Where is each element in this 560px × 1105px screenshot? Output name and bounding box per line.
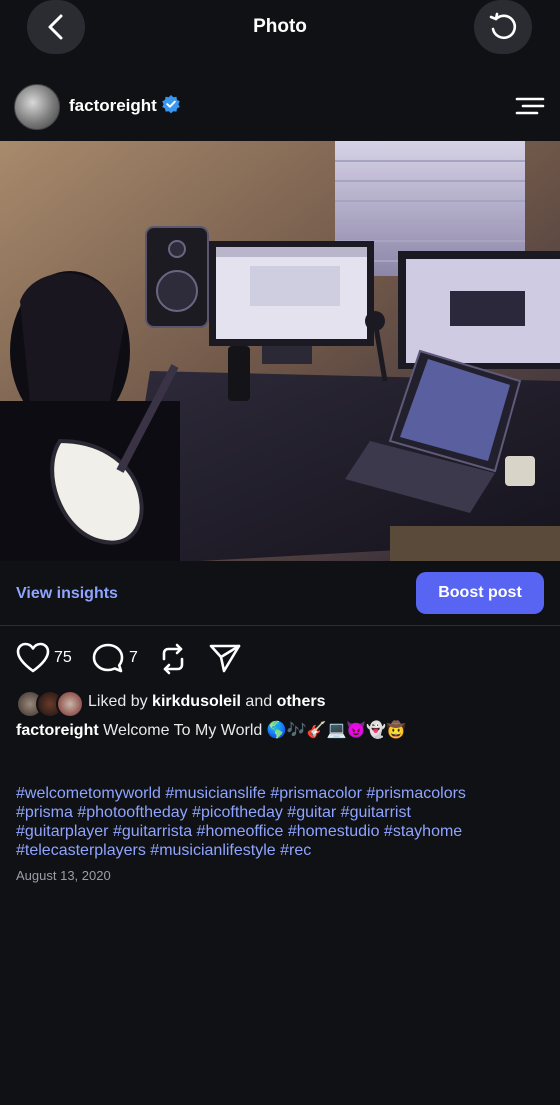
like-count: 75 <box>54 649 72 666</box>
liker-avatar <box>56 690 84 718</box>
view-insights-link[interactable]: View insights <box>16 585 118 603</box>
boost-post-button[interactable]: Boost post <box>416 572 544 614</box>
liked-by-text: Liked by kirkdusoleil and others <box>88 693 325 711</box>
liked-by-user[interactable]: kirkdusoleil <box>152 693 241 710</box>
heart-icon[interactable] <box>16 642 50 674</box>
share-icon[interactable] <box>208 642 242 674</box>
verified-badge-icon <box>162 95 180 114</box>
liked-by-others[interactable]: others <box>277 693 326 710</box>
post-header: factoreight <box>0 78 560 134</box>
post-date: August 13, 2020 <box>16 868 111 883</box>
photo-illustration <box>0 141 560 561</box>
liked-by-joiner: and <box>245 693 273 710</box>
liked-by-prefix: Liked by <box>88 693 148 710</box>
hashtags[interactable]: #welcometomyworld #musicianslife #prisma… <box>16 784 546 860</box>
insights-bar: View insights Boost post <box>0 561 560 626</box>
caption-text: Welcome To My World 🌎🎶🎸💻😈👻🤠 <box>103 722 407 739</box>
caption: factoreight Welcome To My World 🌎🎶🎸💻😈👻🤠 <box>16 720 406 740</box>
repost-icon[interactable] <box>157 642 189 676</box>
hashtag-line[interactable]: #prisma #photooftheday #picoftheday #gui… <box>16 803 546 822</box>
hashtag-line[interactable]: #welcometomyworld #musicianslife #prisma… <box>16 784 546 803</box>
refresh-button[interactable] <box>474 0 532 54</box>
top-bar: Photo <box>0 0 560 56</box>
caption-username[interactable]: factoreight <box>16 722 99 739</box>
comment-icon[interactable] <box>91 642 125 674</box>
refresh-icon <box>489 12 517 40</box>
hashtag-line[interactable]: #guitarplayer #guitarrista #homeoffice #… <box>16 822 546 841</box>
avatar[interactable] <box>14 84 60 130</box>
liked-by-row[interactable]: Liked by kirkdusoleil and others <box>16 690 546 718</box>
post-photo[interactable] <box>0 141 560 561</box>
hashtag-line[interactable]: #telecasterplayers #musicianlifestyle #r… <box>16 841 546 860</box>
post-username[interactable]: factoreight <box>69 96 157 116</box>
menu-icon[interactable] <box>515 96 545 116</box>
action-row: 75 7 <box>0 640 560 676</box>
comment-count: 7 <box>129 649 138 666</box>
